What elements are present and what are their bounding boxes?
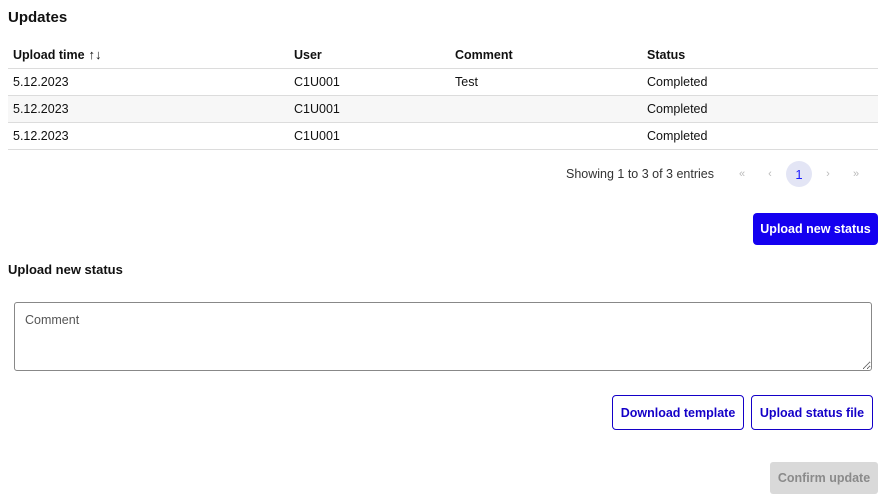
page-title: Updates [8, 9, 68, 26]
cell-upload-time: 5.12.2023 [8, 68, 289, 96]
first-page-icon[interactable]: « [728, 161, 756, 187]
column-label: Upload time [13, 48, 85, 62]
cell-comment [450, 95, 642, 123]
cell-user: C1U001 [289, 95, 450, 123]
upload-section-title: Upload new status [8, 262, 123, 277]
cell-status: Completed [642, 68, 878, 96]
table-header-row: Upload time ↑↓ User Comment Status [8, 41, 878, 69]
table-row: 5.12.2023 C1U001 Test Completed [8, 68, 878, 96]
table-row: 5.12.2023 C1U001 Completed [8, 122, 878, 150]
upload-new-status-button[interactable]: Upload new status [753, 213, 878, 245]
confirm-update-button[interactable]: Confirm update [770, 462, 878, 494]
column-header-user: User [289, 41, 450, 69]
cell-status: Completed [642, 95, 878, 123]
cell-user: C1U001 [289, 68, 450, 96]
column-header-comment: Comment [450, 41, 642, 69]
download-template-button[interactable]: Download template [612, 395, 744, 430]
page-button-1[interactable]: 1 [786, 161, 812, 187]
cell-upload-time: 5.12.2023 [8, 95, 289, 123]
cell-comment: Test [450, 68, 642, 96]
prev-page-icon[interactable]: ‹ [756, 161, 784, 187]
cell-user: C1U001 [289, 122, 450, 150]
column-header-status: Status [642, 41, 878, 69]
cell-upload-time: 5.12.2023 [8, 122, 289, 150]
next-page-icon[interactable]: › [814, 161, 842, 187]
sort-icon[interactable]: ↑↓ [89, 47, 102, 62]
comment-input[interactable] [14, 302, 872, 371]
last-page-icon[interactable]: » [842, 161, 870, 187]
cell-status: Completed [642, 122, 878, 150]
pagination-info: Showing 1 to 3 of 3 entries [565, 167, 714, 181]
table-row: 5.12.2023 C1U001 Completed [8, 95, 878, 123]
column-header-upload-time[interactable]: Upload time ↑↓ [8, 41, 289, 69]
updates-table: Upload time ↑↓ User Comment Status 5.12.2… [8, 41, 878, 150]
cell-comment [450, 122, 642, 150]
pagination: Showing 1 to 3 of 3 entries « ‹ 1 › » [566, 161, 870, 187]
upload-status-file-button[interactable]: Upload status file [751, 395, 873, 430]
